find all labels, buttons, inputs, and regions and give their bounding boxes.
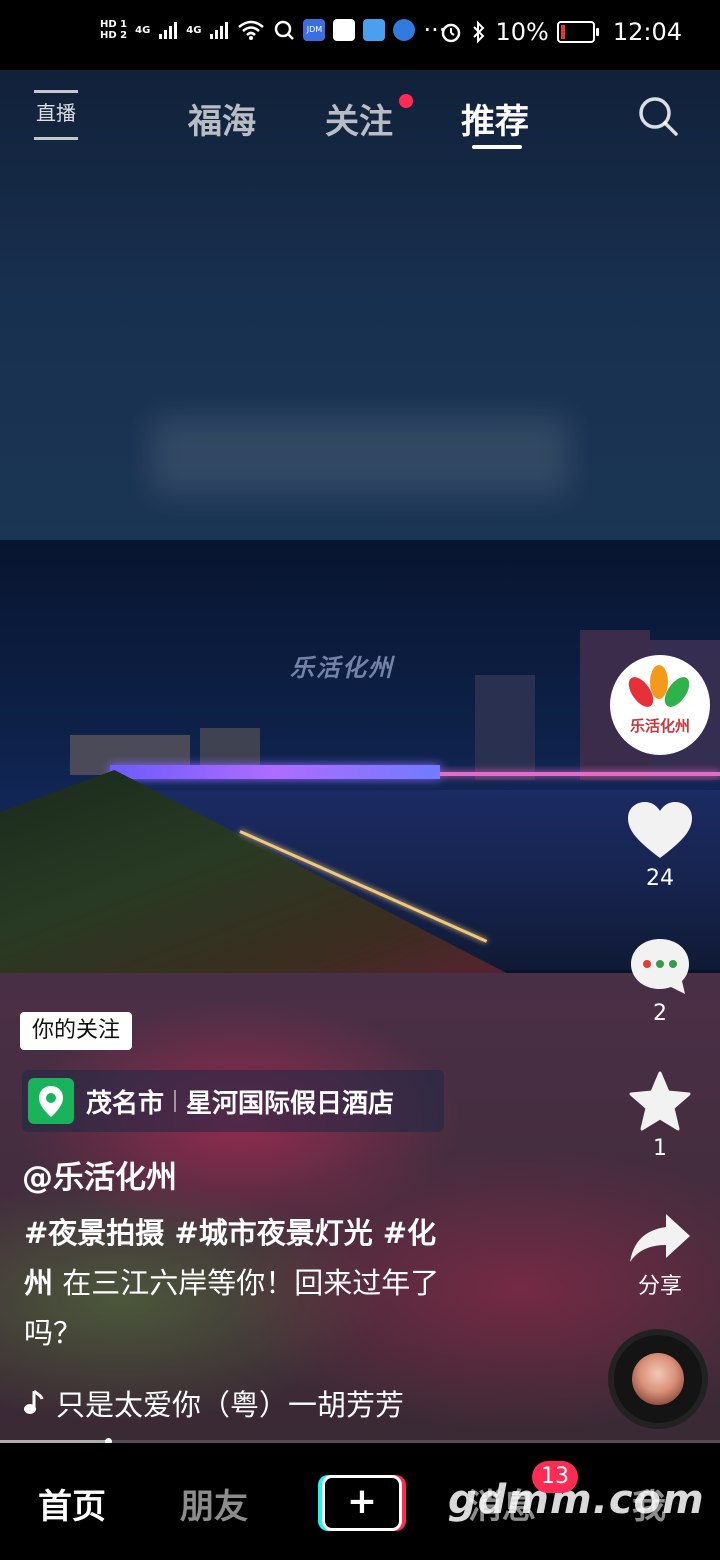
- like-button[interactable]: 24: [620, 800, 700, 891]
- signal-icon: [159, 22, 178, 39]
- signal-icon-2: [210, 22, 229, 39]
- active-tab-indicator: [472, 145, 522, 149]
- location-pin-icon: [28, 1078, 74, 1124]
- video-watermark: 乐活化州: [290, 654, 394, 682]
- music-cover-avatar: [632, 1353, 684, 1405]
- tab-fuhai[interactable]: 福海: [188, 94, 256, 143]
- comment-count: 2: [653, 1001, 667, 1026]
- alarm-icon: [442, 23, 461, 43]
- share-button[interactable]: 分享: [620, 1210, 700, 1300]
- wifi-icon: [238, 20, 265, 40]
- battery-percent: 10%: [495, 18, 549, 46]
- hashtags[interactable]: #夜景拍摄 #城市夜景灯光 #化: [24, 1216, 436, 1250]
- search-status-icon: [275, 20, 295, 40]
- location-place: 星河国际假日酒店: [186, 1088, 395, 1119]
- network-label-2: 4G: [186, 24, 202, 36]
- comment-button[interactable]: 2: [620, 935, 700, 1026]
- nav-home[interactable]: 首页: [38, 1479, 106, 1528]
- like-count: 24: [646, 866, 674, 891]
- blurred-title-overlay: [150, 415, 570, 495]
- battery-icon: [556, 21, 599, 43]
- favorite-count: 1: [653, 1136, 667, 1161]
- bluetooth-icon: [473, 20, 485, 44]
- location-city: 茂名市: [86, 1088, 165, 1119]
- sim-indicator: HD 1 HD 2: [100, 19, 127, 41]
- shore-lights: [440, 772, 720, 776]
- post-description: #夜景拍摄 #城市夜景灯光 #化 州 在三江六岸等你！回来过年了 吗？: [24, 1208, 524, 1358]
- notification-dot: [399, 94, 413, 108]
- video-frame[interactable]: 乐活化州: [0, 540, 720, 973]
- favorite-button[interactable]: 1: [620, 1070, 700, 1161]
- hashtag-continued[interactable]: 州: [24, 1266, 53, 1300]
- hd1-label: HD 1: [100, 19, 128, 30]
- jdm-app-icon: JDM: [303, 19, 326, 41]
- live-icon[interactable]: 直播: [34, 90, 78, 140]
- tab-following[interactable]: 关注: [325, 94, 393, 143]
- messages-badge: 13: [532, 1461, 578, 1493]
- status-left: HD 1 HD 2 4G 4G JDM ···: [100, 16, 446, 44]
- building: [475, 675, 535, 780]
- chat-app-icon: [363, 19, 386, 41]
- music-note-icon: [24, 1389, 44, 1414]
- tab-recommended[interactable]: 推荐: [461, 94, 529, 143]
- avatar-label: 乐活化州: [629, 717, 690, 735]
- location-divider: [174, 1090, 177, 1112]
- nav-friends[interactable]: 朋友: [180, 1479, 248, 1528]
- share-label: 分享: [637, 1274, 682, 1299]
- author-handle[interactable]: @乐活化州: [22, 1152, 177, 1197]
- description-text-end: 吗？: [24, 1316, 83, 1350]
- heart-icon: [628, 802, 692, 858]
- location-chip[interactable]: 茂名市 星河国际假日酒店: [22, 1070, 444, 1132]
- comment-icon: [631, 939, 689, 994]
- music-title: 只是太爱你（粤）一胡芳芳: [56, 1388, 405, 1422]
- network-label-1: 4G: [135, 24, 151, 36]
- hand-app-icon: [333, 19, 356, 41]
- music-info[interactable]: 只是太爱你（粤）一胡芳芳: [22, 1382, 404, 1424]
- status-bar: HD 1 HD 2 4G 4G JDM ··· 10% 12:04: [0, 0, 720, 70]
- bridge: [110, 765, 440, 779]
- description-text: 在三江六岸等你！回来过年了: [53, 1266, 440, 1300]
- share-arrow-icon: [630, 1214, 690, 1262]
- music-disc[interactable]: [614, 1335, 702, 1423]
- star-icon: [629, 1071, 691, 1131]
- status-right: 10% 12:04: [439, 18, 682, 46]
- follow-tag: 你的关注: [20, 1012, 133, 1050]
- globe-app-icon: [393, 19, 416, 41]
- clock: 12:04: [612, 18, 682, 46]
- create-button[interactable]: +: [322, 1475, 402, 1531]
- bottom-nav: 首页 朋友 + 消息 我 gdmm.com 13: [0, 1443, 720, 1560]
- creator-avatar[interactable]: 乐活化州: [610, 655, 710, 755]
- search-icon[interactable]: [636, 94, 680, 138]
- top-nav: 直播 福海 关注 推荐: [0, 70, 720, 160]
- hd2-label: HD 2: [100, 30, 128, 41]
